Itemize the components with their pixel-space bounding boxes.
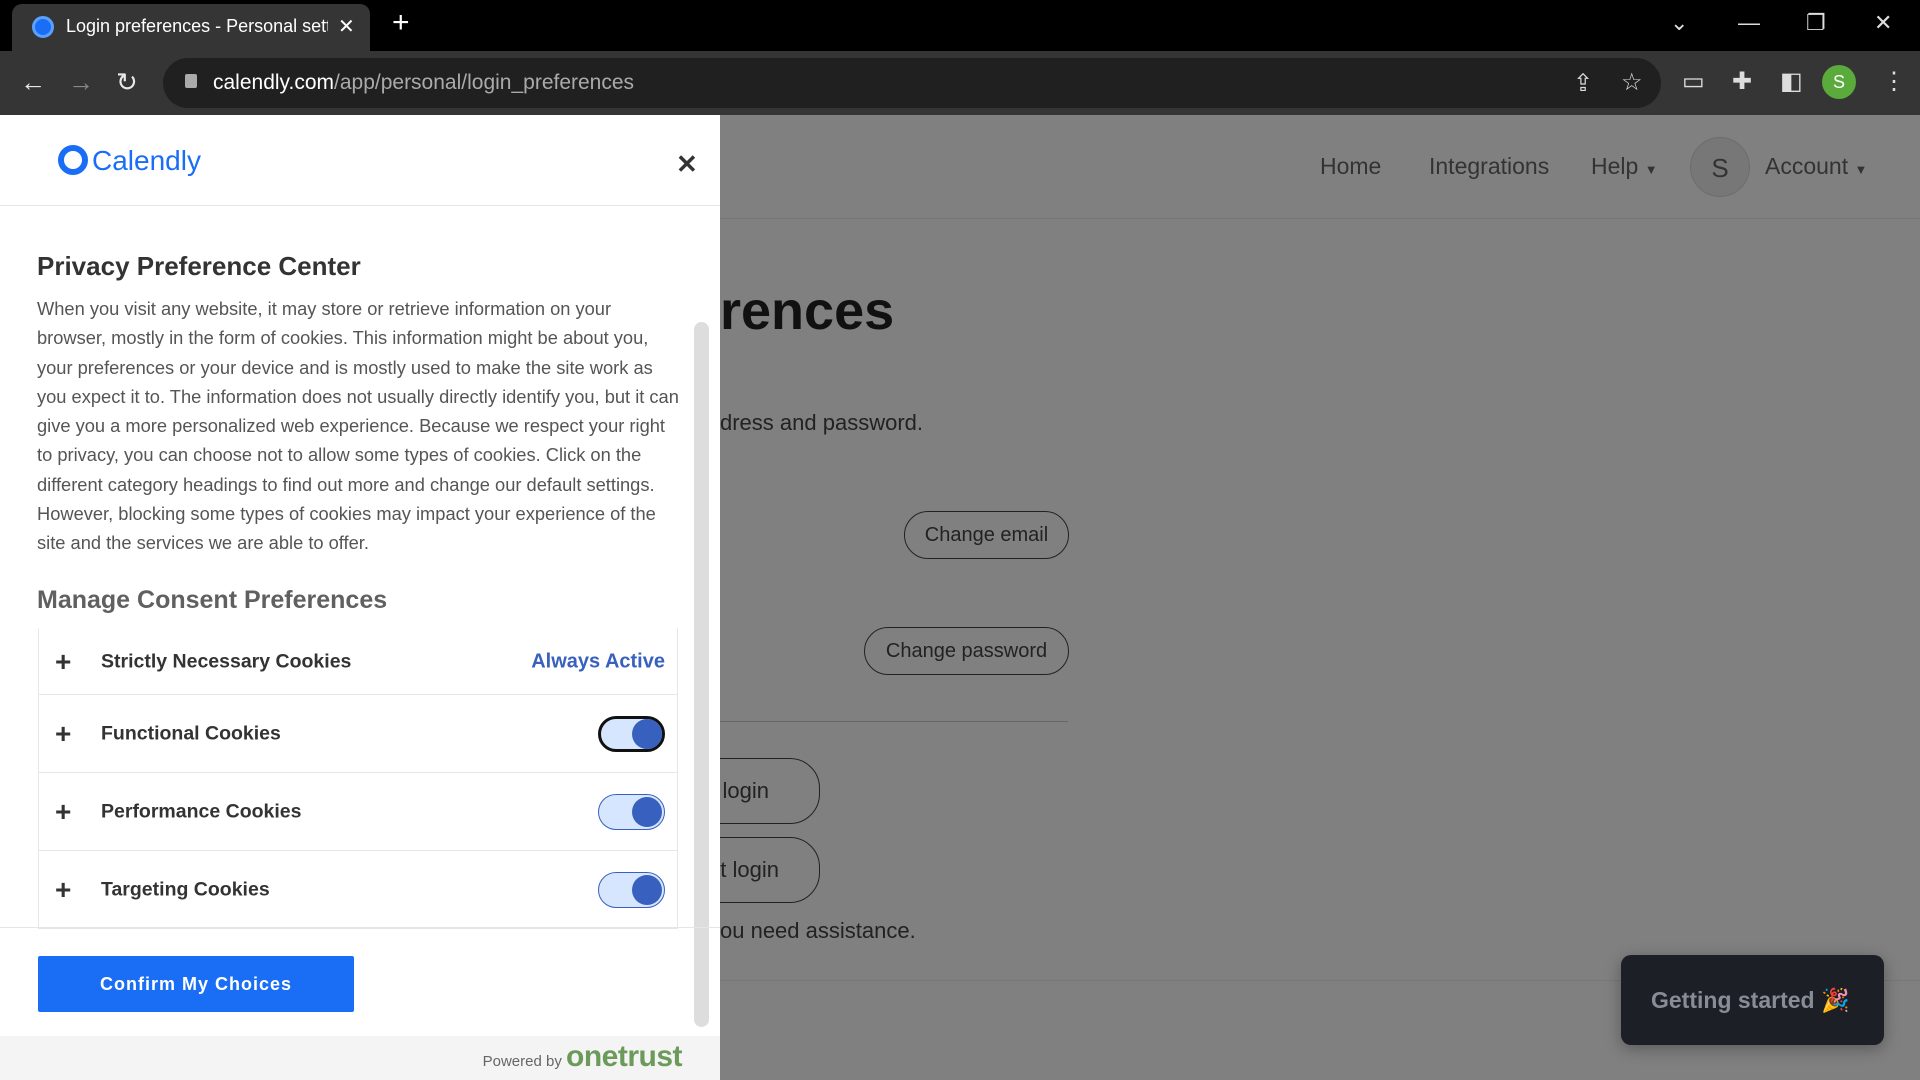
always-active-label: Always Active <box>531 650 665 672</box>
change-password-button[interactable]: Change password <box>864 627 1069 675</box>
expand-plus-icon[interactable]: + <box>55 646 71 678</box>
share-icon[interactable]: ⇪ <box>1573 69 1593 98</box>
lock-icon <box>185 74 197 88</box>
confirm-choices-button[interactable]: Confirm My Choices <box>38 956 354 1012</box>
extension-alert-icon[interactable]: ▭ <box>1682 67 1705 96</box>
profile-avatar[interactable]: S <box>1822 65 1856 99</box>
functional-toggle[interactable] <box>598 715 665 752</box>
reload-icon[interactable]: ↻ <box>116 67 138 98</box>
extensions-puzzle-icon[interactable]: ✚ <box>1732 67 1752 96</box>
tab-strip: Login preferences - Personal settings ✕ … <box>0 0 1920 51</box>
browser-tab[interactable]: Login preferences - Personal settings ✕ <box>12 4 370 51</box>
category-label: Performance Cookies <box>101 800 302 822</box>
nav-home[interactable]: Home <box>1320 153 1381 180</box>
category-performance[interactable]: + Performance Cookies <box>38 773 678 851</box>
getting-started-button[interactable]: Getting started 🎉 <box>1621 955 1884 1045</box>
change-email-button[interactable]: Change email <box>904 511 1069 559</box>
divider <box>0 927 720 928</box>
side-panel-icon[interactable]: ◧ <box>1780 67 1803 96</box>
nav-help[interactable]: Help ▼ <box>1591 153 1658 180</box>
modal-scroll-area: Privacy Preference Center When you visit… <box>0 206 720 1042</box>
caret-down-icon: ▼ <box>1854 162 1868 177</box>
onetrust-logo[interactable]: Powered by onetrust <box>483 1040 683 1074</box>
nav-integrations[interactable]: Integrations <box>1429 153 1549 180</box>
privacy-preference-modal: Calendly ✕ Privacy Preference Center Whe… <box>0 115 720 1080</box>
tab-search-icon[interactable]: ⌄ <box>1670 10 1688 36</box>
category-label: Targeting Cookies <box>101 878 270 900</box>
app-header: Home Integrations Help ▼ S Account ▼ <box>720 115 1920 219</box>
new-tab-button[interactable]: + <box>392 6 410 40</box>
powered-by-bar: Powered by onetrust <box>0 1036 720 1080</box>
category-targeting[interactable]: + Targeting Cookies <box>38 851 678 929</box>
divider <box>720 721 1068 722</box>
expand-plus-icon[interactable]: + <box>55 796 71 828</box>
user-avatar[interactable]: S <box>1690 137 1750 197</box>
back-icon[interactable]: ← <box>20 67 46 98</box>
close-tab-icon[interactable]: ✕ <box>338 14 355 39</box>
url-text: calendly.com/app/personal/login_preferen… <box>213 71 635 94</box>
calendly-logo-icon <box>58 145 88 175</box>
cookie-category-list: + Strictly Necessary Cookies Always Acti… <box>38 628 678 929</box>
modal-title: Privacy Preference Center <box>37 251 361 281</box>
minimize-icon[interactable]: — <box>1738 10 1760 36</box>
nav-account[interactable]: Account ▼ <box>1765 153 1867 180</box>
performance-toggle[interactable] <box>598 793 665 830</box>
category-functional[interactable]: + Functional Cookies <box>38 695 678 773</box>
forward-icon[interactable]: → <box>68 67 94 98</box>
address-bar[interactable]: calendly.com/app/personal/login_preferen… <box>163 58 1661 108</box>
category-label: Strictly Necessary Cookies <box>101 650 352 672</box>
calendly-logo: Calendly <box>58 145 201 177</box>
close-window-icon[interactable]: ✕ <box>1874 10 1892 36</box>
restore-icon[interactable]: ❐ <box>1806 10 1826 36</box>
targeting-toggle[interactable] <box>598 871 665 908</box>
category-label: Functional Cookies <box>101 722 281 744</box>
manage-consent-title: Manage Consent Preferences <box>37 586 388 614</box>
expand-plus-icon[interactable]: + <box>55 718 71 750</box>
close-modal-button[interactable]: ✕ <box>676 149 698 180</box>
bookmark-star-icon[interactable]: ☆ <box>1621 68 1643 97</box>
expand-plus-icon[interactable]: + <box>55 874 71 906</box>
help-text: ou need assistance. <box>720 918 916 943</box>
menu-kebab-icon[interactable]: ⋮ <box>1882 67 1906 96</box>
modal-description: When you visit any website, it may store… <box>37 298 679 554</box>
category-strictly-necessary[interactable]: + Strictly Necessary Cookies Always Acti… <box>38 628 678 695</box>
scrollbar[interactable] <box>694 322 709 1027</box>
party-popper-icon: 🎉 <box>1820 987 1850 1013</box>
page-title: rences <box>720 281 895 341</box>
browser-toolbar: ← → ↻ calendly.com/app/personal/login_pr… <box>0 51 1920 115</box>
caret-down-icon: ▼ <box>1644 162 1658 177</box>
tab-title: Login preferences - Personal settings <box>66 16 328 36</box>
page-description: dress and password. <box>720 410 923 435</box>
calendly-favicon-icon <box>32 16 54 38</box>
